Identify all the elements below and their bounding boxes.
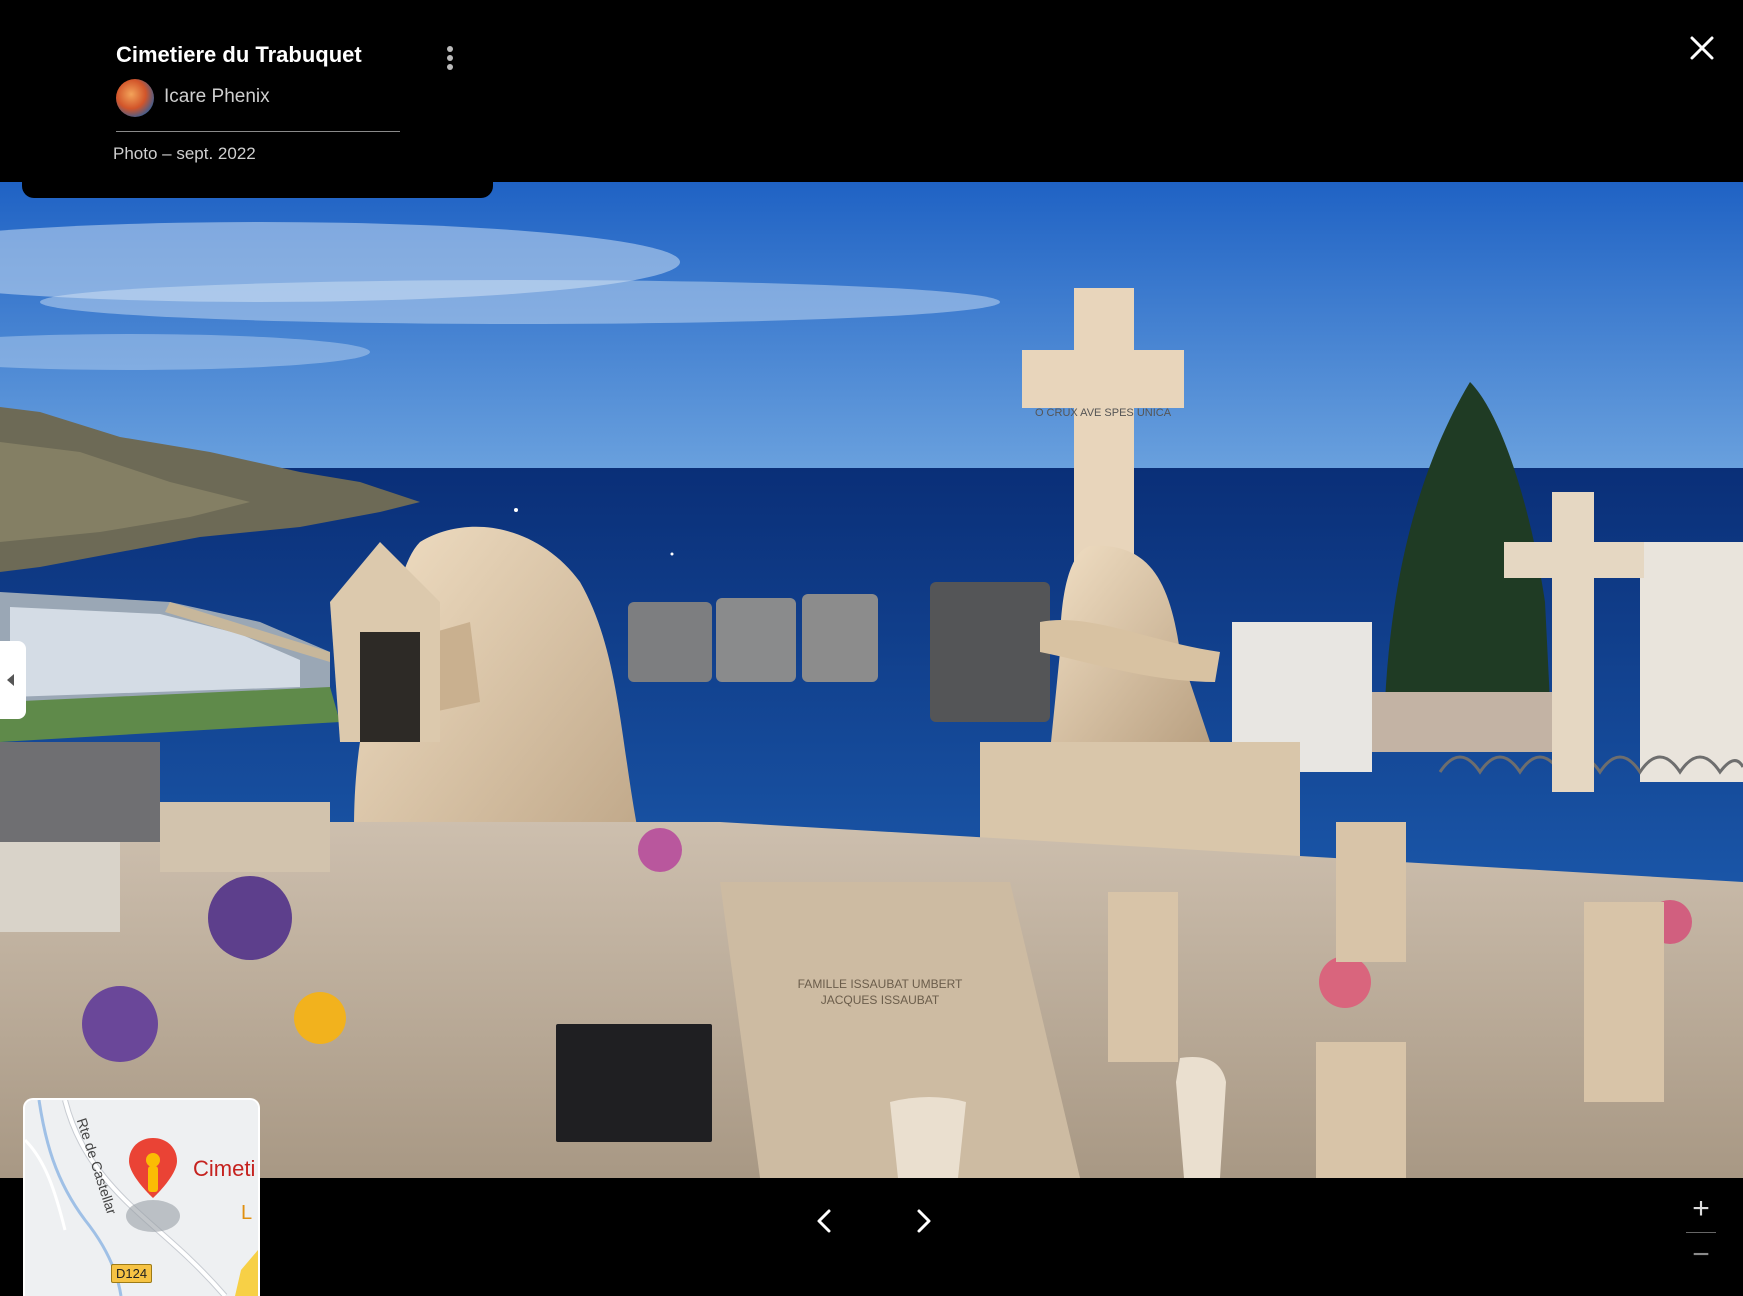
minimap[interactable]: Cimeti Rte de Castellar D124 L bbox=[23, 1098, 260, 1296]
more-vert-icon bbox=[447, 46, 453, 52]
author-name[interactable]: Icare Phenix bbox=[164, 86, 270, 108]
chevron-left-icon bbox=[817, 1209, 831, 1233]
author-avatar[interactable] bbox=[116, 79, 154, 117]
place-title: Cimetiere du Trabuquet bbox=[116, 42, 362, 67]
yellow-flowers bbox=[294, 992, 346, 1044]
map-partial-label: L bbox=[241, 1202, 253, 1224]
zoom-in-button[interactable]: + bbox=[1684, 1192, 1718, 1226]
close-icon bbox=[1690, 36, 1714, 60]
map-route-badge: D124 bbox=[111, 1264, 153, 1283]
photo-date: Photo – sept. 2022 bbox=[113, 144, 256, 163]
black-plaque bbox=[556, 1024, 712, 1142]
info-panel: Cimetiere du Trabuquet Icare Phenix Phot… bbox=[22, 0, 493, 198]
next-photo-button[interactable] bbox=[904, 1201, 944, 1241]
close-button[interactable] bbox=[1684, 30, 1720, 66]
more-options-button[interactable] bbox=[440, 44, 460, 78]
cross-inscription: O CRUX AVE SPES UNICA bbox=[1035, 407, 1172, 419]
grave-inscription-2: JACQUES ISSAUBAT bbox=[821, 993, 940, 1007]
zoom-divider bbox=[1686, 1232, 1716, 1233]
cemetery-photo: O CRUX AVE SPES UNICA FAMILLE ISSAUBAT U… bbox=[0, 182, 1743, 1178]
collapse-panel-button[interactable] bbox=[0, 641, 26, 719]
more-vert-dot bbox=[447, 64, 453, 70]
pink-flowers bbox=[1319, 956, 1371, 1008]
purple-flowers bbox=[208, 876, 292, 960]
map-place-label: Cimeti bbox=[193, 1156, 256, 1181]
triangle-left-icon bbox=[7, 674, 14, 686]
photo-viewer[interactable]: O CRUX AVE SPES UNICA FAMILLE ISSAUBAT U… bbox=[0, 182, 1743, 1178]
previous-photo-button[interactable] bbox=[804, 1201, 844, 1241]
chevron-right-icon bbox=[917, 1209, 931, 1233]
zoom-out-button[interactable]: − bbox=[1684, 1238, 1718, 1272]
more-vert-dot bbox=[447, 55, 453, 61]
right-cross bbox=[1552, 492, 1594, 792]
right-tombstone bbox=[1640, 542, 1743, 782]
map-pin-icon bbox=[126, 1138, 180, 1232]
divider bbox=[116, 131, 400, 132]
grave-inscription-1: FAMILLE ISSAUBAT UMBERT bbox=[798, 977, 963, 991]
